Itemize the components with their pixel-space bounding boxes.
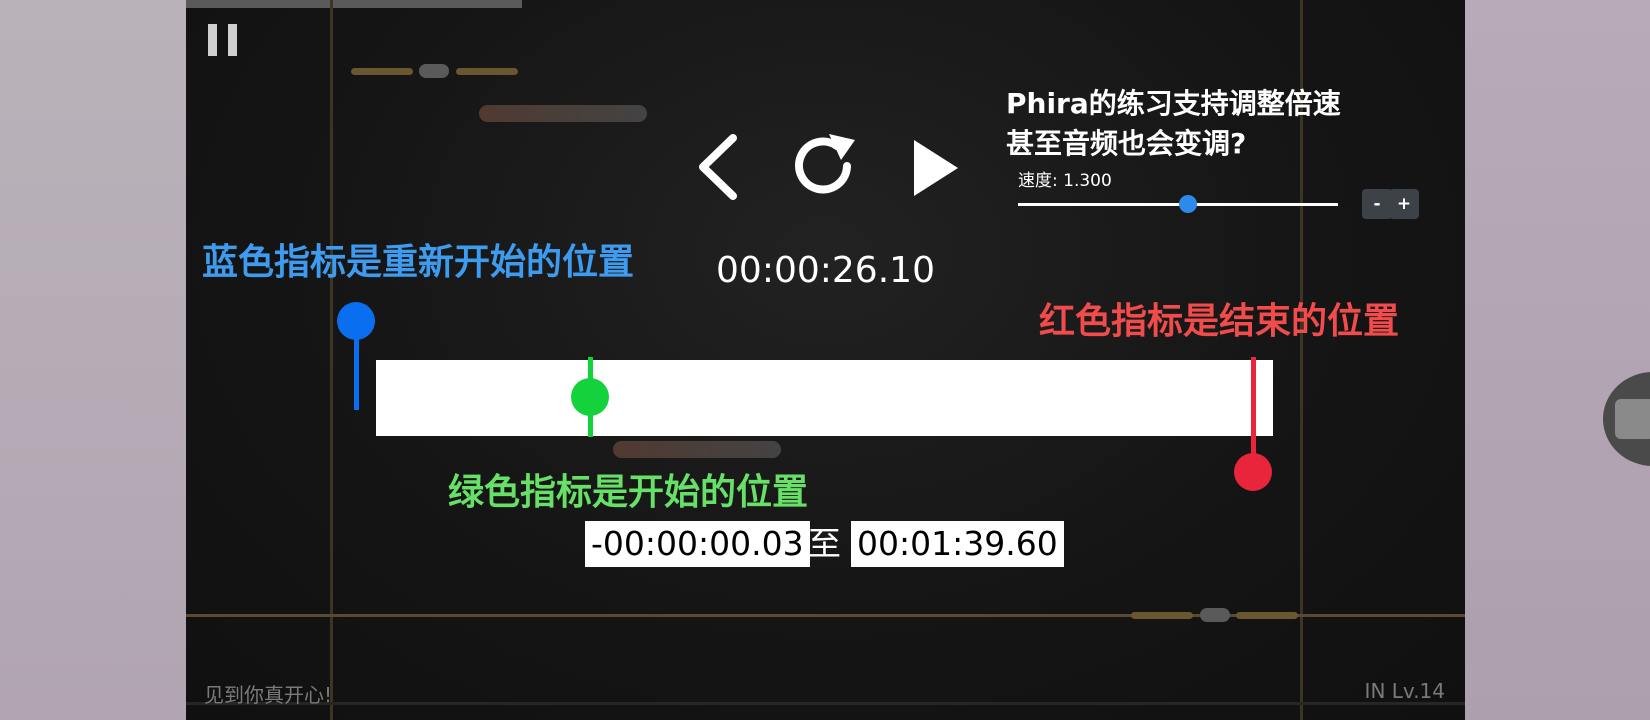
practice-tip-line2: 甚至音频也会变调? xyxy=(1006,127,1247,160)
speed-increase-button[interactable]: + xyxy=(1389,189,1419,219)
restart-marker-stem xyxy=(354,330,359,410)
speed-slider[interactable] xyxy=(1018,195,1338,213)
practice-tip-title: Phira的练习支持调整倍速 甚至音频也会变调? xyxy=(1006,84,1426,164)
speed-slider-handle[interactable] xyxy=(1178,195,1197,213)
play-button[interactable] xyxy=(912,140,958,196)
right-letterbox xyxy=(1465,0,1650,720)
judge-line-horizontal xyxy=(186,702,1465,705)
note-decoration xyxy=(613,441,781,458)
chevron-left-icon xyxy=(699,134,737,200)
end-marker-handle[interactable] xyxy=(1234,453,1272,491)
note-decoration xyxy=(479,105,647,122)
pause-icon-bar xyxy=(228,24,237,56)
note-hold-decoration xyxy=(1200,608,1230,622)
note-decoration xyxy=(1131,612,1193,619)
restart-marker-handle[interactable] xyxy=(337,302,375,340)
speed-label: 速度: 1.300 xyxy=(1018,171,1112,191)
left-letterbox xyxy=(0,0,186,720)
loading-icon xyxy=(1615,399,1650,439)
greeting-text: 见到你真开心! xyxy=(204,683,333,707)
green-marker-annotation: 绿色指标是开始的位置 xyxy=(448,472,809,513)
song-progress-bar xyxy=(186,0,522,8)
practice-timeline[interactable] xyxy=(376,360,1273,436)
range-end-field[interactable]: 00:01:39.60 xyxy=(851,521,1064,567)
note-decoration xyxy=(351,68,413,75)
red-marker-annotation: 红色指标是结束的位置 xyxy=(1039,301,1400,342)
note-decoration xyxy=(456,68,518,75)
restart-icon xyxy=(795,134,855,194)
start-marker-handle[interactable] xyxy=(571,378,610,416)
practice-tip-line1: Phira的练习支持调整倍速 xyxy=(1006,87,1341,120)
range-separator: 至 xyxy=(808,524,841,563)
end-marker-stem xyxy=(1251,357,1256,457)
speed-decrease-button[interactable]: - xyxy=(1362,189,1392,219)
pause-icon xyxy=(208,24,217,56)
level-text: IN Lv.14 xyxy=(1364,679,1445,703)
restart-button[interactable] xyxy=(789,130,861,202)
range-start-field[interactable]: -00:00:00.03 xyxy=(585,521,810,567)
play-icon xyxy=(914,140,958,196)
pause-button[interactable] xyxy=(208,24,240,56)
note-decoration xyxy=(1236,612,1298,619)
blue-marker-annotation: 蓝色指标是重新开始的位置 xyxy=(202,242,635,283)
back-button[interactable] xyxy=(695,134,739,200)
judge-line-vertical xyxy=(330,0,333,720)
note-hold-decoration xyxy=(419,64,449,78)
game-stage: Phira的练习支持调整倍速 甚至音频也会变调? 速度: 1.300 - + 0… xyxy=(186,0,1465,720)
